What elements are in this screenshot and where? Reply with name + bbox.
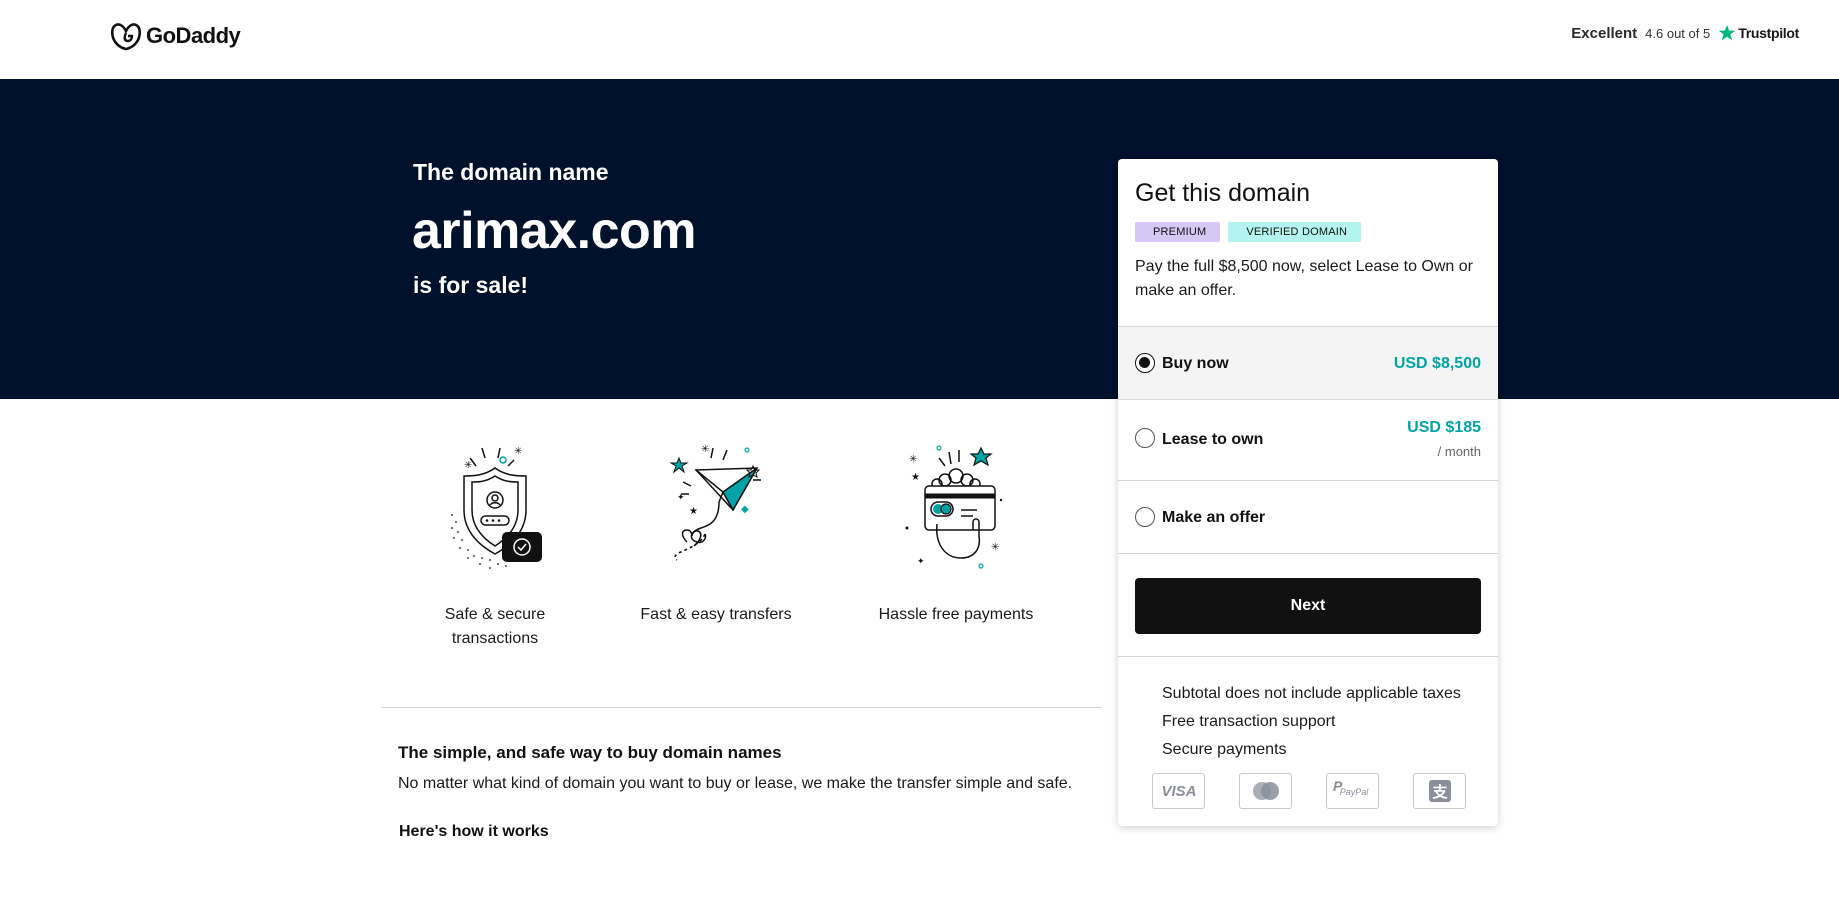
mastercard-icon: [1239, 773, 1292, 809]
option-price: USD $185: [1407, 419, 1481, 436]
feature-hassle-free: ✳ ★ ✳ ✦ Hassle free payments: [871, 440, 1041, 627]
option-label: Lease to own: [1162, 431, 1264, 448]
hero-banner: The domain name arimax.com is for sale!: [0, 79, 1839, 399]
get-domain-card: Get this domain PREMIUM VERIFIED DOMAIN …: [1118, 159, 1498, 826]
hero-domain-name: arimax.com: [412, 202, 697, 260]
logo-text: GoDaddy: [146, 23, 241, 48]
svg-text:✦: ✦: [917, 556, 925, 566]
card-description: Pay the full $8,500 now, select Lease to…: [1135, 258, 1473, 299]
paper-plane-icon: ✳ ★ ✦ ◆: [669, 444, 761, 561]
features-row: ✳ ✳ Safe & secure transactions ✳ ★ ✦ ◆ F…: [410, 440, 1090, 670]
paypal-text: PayPal: [1339, 787, 1369, 797]
godaddy-logo-icon: [110, 23, 142, 51]
trustpilot-brand-text: Trustpilot: [1738, 25, 1799, 41]
radio-make-offer[interactable]: [1135, 507, 1155, 527]
feature-label: Fast & easy transfers: [640, 606, 792, 623]
info-text: No matter what kind of domain you want t…: [398, 775, 1073, 792]
option-price: USD $8,500: [1393, 355, 1481, 372]
option-lease-to-own[interactable]: Lease to own USD $185 / month: [1118, 399, 1498, 480]
hero-pre-text: The domain name: [413, 159, 609, 185]
trustpilot-rating[interactable]: Excellent 4.6 out of 5 Trustpilot: [1571, 24, 1799, 42]
card-separator: [1118, 656, 1498, 657]
trust-rating-word: Excellent: [1571, 24, 1638, 42]
trustpilot-star-icon: [1718, 24, 1736, 41]
alipay-icon: 支: [1413, 773, 1466, 809]
feature-fast-transfers: ✳ ★ ✦ ◆ Fast & easy transfers: [631, 440, 801, 627]
hero-post-text: is for sale!: [413, 272, 529, 298]
option-price-period: / month: [1437, 444, 1481, 459]
info-title: The simple, and safe way to buy domain n…: [398, 743, 782, 762]
svg-text:支: 支: [1431, 783, 1448, 801]
option-divider: [1118, 553, 1498, 554]
trust-score: 4.6 out of 5: [1645, 25, 1711, 41]
option-buy-now[interactable]: Buy now USD $8,500: [1118, 326, 1498, 399]
shield-icon: ✳✳: [451, 446, 542, 569]
option-make-offer[interactable]: Make an offer: [1118, 480, 1498, 553]
badge-row: PREMIUM VERIFIED DOMAIN: [1135, 222, 1362, 242]
trustpilot-brand: Trustpilot: [1718, 24, 1799, 42]
svg-text:✳: ✳: [991, 542, 999, 553]
svg-text:✳: ✳: [514, 446, 522, 457]
card-title: Get this domain: [1135, 179, 1311, 207]
svg-text:✦: ✦: [677, 492, 685, 502]
feature-label: Safe & secure transactions: [444, 606, 546, 647]
perk-item: Free transaction support: [1162, 713, 1336, 730]
visa-text: VISA: [1161, 783, 1196, 800]
perks-list: Subtotal does not include applicable tax…: [1162, 680, 1461, 764]
card-payment-icon: ✳ ★ ✳ ✦: [905, 445, 1003, 569]
section-divider: [382, 707, 1102, 708]
feature-label: Hassle free payments: [878, 606, 1034, 623]
svg-text:✳: ✳: [701, 444, 709, 455]
godaddy-logo[interactable]: GoDaddy: [110, 21, 241, 51]
option-label: Make an offer: [1162, 509, 1266, 526]
svg-text:◆: ◆: [741, 504, 749, 515]
option-label: Buy now: [1162, 355, 1229, 372]
paypal-icon: P PayPal: [1326, 773, 1379, 809]
premium-badge: PREMIUM: [1135, 222, 1221, 242]
svg-text:✳: ✳: [909, 454, 917, 465]
radio-lease-to-own[interactable]: [1135, 428, 1155, 448]
feature-safe-secure: ✳ ✳ Safe & secure transactions: [410, 440, 580, 651]
visa-icon: VISA: [1152, 773, 1205, 809]
next-button[interactable]: Next: [1135, 578, 1481, 634]
radio-buy-now[interactable]: [1135, 353, 1155, 373]
perk-item: Secure payments: [1162, 741, 1287, 758]
top-bar: GoDaddy Excellent 4.6 out of 5 Trustpilo…: [0, 0, 1839, 79]
svg-text:✳: ✳: [464, 460, 472, 471]
verified-domain-badge: VERIFIED DOMAIN: [1228, 222, 1362, 242]
svg-text:★: ★: [689, 506, 698, 517]
payment-methods: VISA P PayPal 支: [1152, 773, 1466, 809]
how-it-works-heading: Here's how it works: [399, 823, 549, 840]
perk-item: Subtotal does not include applicable tax…: [1162, 685, 1461, 702]
svg-text:★: ★: [911, 472, 920, 483]
